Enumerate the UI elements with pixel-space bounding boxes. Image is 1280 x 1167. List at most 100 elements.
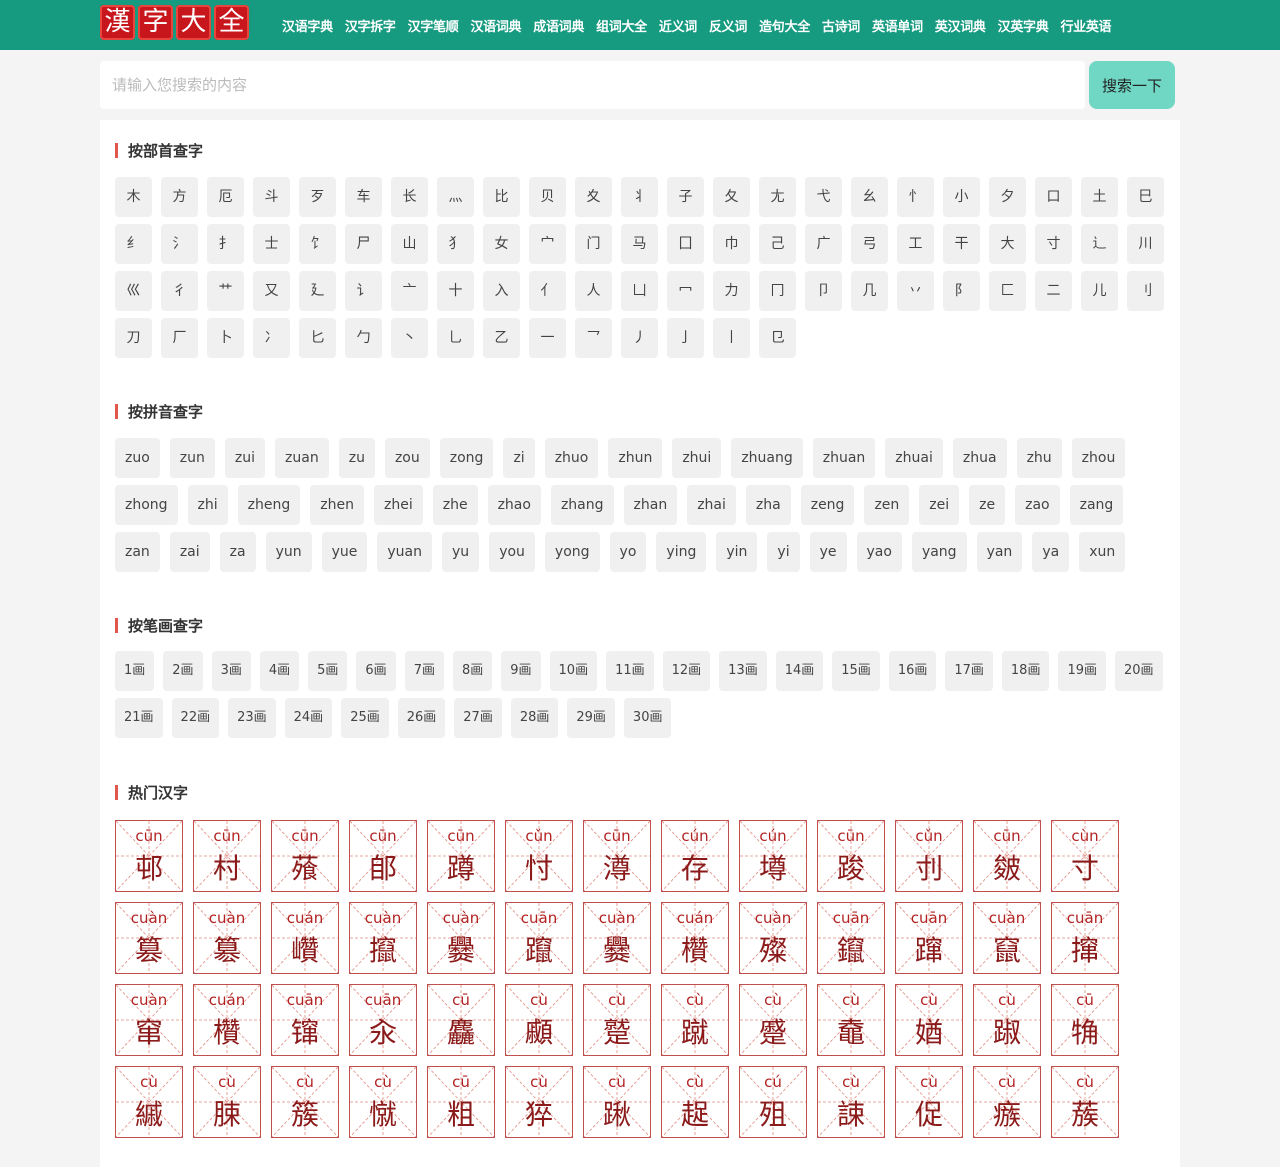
pinyin-item[interactable]: zhuang	[731, 438, 803, 478]
radical-item[interactable]: 勹	[345, 318, 382, 358]
radical-item[interactable]: 歹	[299, 177, 336, 217]
pinyin-item[interactable]: zai	[169, 532, 210, 572]
radical-item[interactable]: 广	[805, 224, 842, 264]
pinyin-item[interactable]: zuo	[115, 438, 160, 478]
hot-character-card[interactable]: cù 蔟	[1051, 1066, 1119, 1138]
radical-item[interactable]: 卜	[207, 318, 244, 358]
radical-item[interactable]: 厄	[207, 177, 244, 217]
hot-character-card[interactable]: cūn 澊	[583, 820, 651, 892]
hot-character-card[interactable]: cuán 欑	[661, 902, 729, 974]
stroke-item[interactable]: 20画	[1115, 651, 1163, 691]
radical-item[interactable]: 巳	[1127, 177, 1164, 217]
radical-item[interactable]: 㔾	[759, 318, 796, 358]
radical-item[interactable]: 士	[253, 224, 290, 264]
hot-character-card[interactable]: cù 猝	[505, 1066, 573, 1138]
radical-item[interactable]: 工	[897, 224, 934, 264]
radical-item[interactable]: 一	[529, 318, 566, 358]
radical-item[interactable]: 丬	[621, 177, 658, 217]
hot-character-card[interactable]: cù 踿	[583, 1066, 651, 1138]
radical-item[interactable]: 山	[391, 224, 428, 264]
radical-item[interactable]: 门	[575, 224, 612, 264]
hot-character-card[interactable]: cuán 巑	[271, 902, 339, 974]
pinyin-item[interactable]: za	[219, 532, 256, 572]
radical-item[interactable]: 又	[253, 271, 290, 311]
hot-character-card[interactable]: cuàn 竄	[973, 902, 1041, 974]
stroke-item[interactable]: 5画	[308, 651, 348, 691]
search-button[interactable]: 搜索一下	[1089, 61, 1175, 109]
pinyin-item[interactable]: ya	[1032, 532, 1070, 572]
radical-item[interactable]: 厂	[161, 318, 198, 358]
hot-character-card[interactable]: cuān 撺	[1051, 902, 1119, 974]
pinyin-item[interactable]: zhuai	[885, 438, 943, 478]
pinyin-item[interactable]: yang	[911, 532, 967, 572]
pinyin-item[interactable]: yu	[442, 532, 480, 572]
pinyin-item[interactable]: zuan	[275, 438, 329, 478]
radical-item[interactable]: 艹	[207, 271, 244, 311]
radical-item[interactable]: 幺	[851, 177, 888, 217]
hot-character-card[interactable]: cù 憱	[349, 1066, 417, 1138]
stroke-item[interactable]: 21画	[115, 698, 163, 738]
hot-character-card[interactable]: cūn 郋	[349, 820, 417, 892]
hot-character-card[interactable]: cù 顣	[505, 984, 573, 1056]
nav-item[interactable]: 汉字拆字	[345, 16, 396, 35]
pinyin-item[interactable]: zhei	[374, 485, 423, 525]
radical-item[interactable]: 车	[345, 177, 382, 217]
radical-item[interactable]: 川	[1127, 224, 1164, 264]
radical-item[interactable]: 夕	[989, 177, 1026, 217]
stroke-item[interactable]: 9画	[501, 651, 541, 691]
stroke-item[interactable]: 4画	[259, 651, 300, 691]
search-input[interactable]	[100, 61, 1085, 109]
pinyin-item[interactable]: zhuo	[544, 438, 599, 478]
radical-item[interactable]: 弋	[805, 177, 842, 217]
hot-character-card[interactable]: cuān 汆	[349, 984, 417, 1056]
stroke-item[interactable]: 2画	[163, 651, 203, 691]
radical-item[interactable]: 儿	[1081, 271, 1118, 311]
hot-character-card[interactable]: cù 脨	[193, 1066, 261, 1138]
radical-item[interactable]: 人	[575, 271, 612, 311]
pinyin-item[interactable]: zhen	[310, 485, 364, 525]
hot-character-card[interactable]: cuān 躥	[505, 902, 573, 974]
stroke-item[interactable]: 23画	[228, 698, 276, 738]
pinyin-item[interactable]: zhui	[672, 438, 722, 478]
hot-character-card[interactable]: cū 觕	[1051, 984, 1119, 1056]
stroke-item[interactable]: 19画	[1058, 651, 1106, 691]
hot-character-card[interactable]: cūn 皴	[973, 820, 1041, 892]
radical-item[interactable]: 夊	[575, 177, 612, 217]
radical-item[interactable]: 凵	[621, 271, 658, 311]
radical-item[interactable]: 饣	[299, 224, 336, 264]
radical-item[interactable]: 丿	[621, 318, 658, 358]
stroke-item[interactable]: 3画	[211, 651, 251, 691]
nav-item[interactable]: 英汉词典	[935, 16, 986, 35]
hot-character-card[interactable]: cūn 踆	[817, 820, 885, 892]
hot-character-card[interactable]: cuàn 殩	[739, 902, 807, 974]
radical-item[interactable]: 亠	[391, 271, 428, 311]
pinyin-item[interactable]: zan	[115, 532, 160, 572]
hot-character-card[interactable]: cù 促	[895, 1066, 963, 1138]
radical-item[interactable]: 丷	[897, 271, 934, 311]
hot-character-card[interactable]: cuàn 爨	[583, 902, 651, 974]
radical-item[interactable]: 阝	[943, 271, 980, 311]
pinyin-item[interactable]: ying	[656, 532, 707, 572]
radical-item[interactable]: 力	[713, 271, 750, 311]
hot-character-card[interactable]: cuàn 窜	[115, 984, 183, 1056]
hot-character-card[interactable]: cù 鼀	[817, 984, 885, 1056]
pinyin-item[interactable]: zei	[919, 485, 960, 525]
pinyin-item[interactable]: zhai	[687, 485, 736, 525]
hot-character-card[interactable]: cù 踧	[973, 984, 1041, 1056]
stroke-item[interactable]: 24画	[284, 698, 333, 738]
hot-character-card[interactable]: cǔn 刌	[895, 820, 963, 892]
stroke-item[interactable]: 14画	[775, 651, 824, 691]
pinyin-item[interactable]: ye	[809, 532, 847, 572]
hot-character-card[interactable]: cù 媨	[895, 984, 963, 1056]
radical-item[interactable]: 刂	[1127, 271, 1164, 311]
radical-item[interactable]: 子	[667, 177, 704, 217]
hot-character-card[interactable]: cù 誎	[817, 1066, 885, 1138]
radical-item[interactable]: 土	[1081, 177, 1118, 217]
nav-item[interactable]: 汉语字典	[282, 16, 333, 35]
stroke-item[interactable]: 30画	[623, 698, 672, 738]
radical-item[interactable]: 匚	[989, 271, 1026, 311]
pinyin-item[interactable]: zong	[439, 438, 494, 478]
pinyin-item[interactable]: yong	[544, 532, 600, 572]
radical-item[interactable]: 纟	[115, 224, 152, 264]
pinyin-item[interactable]: zen	[864, 485, 910, 525]
